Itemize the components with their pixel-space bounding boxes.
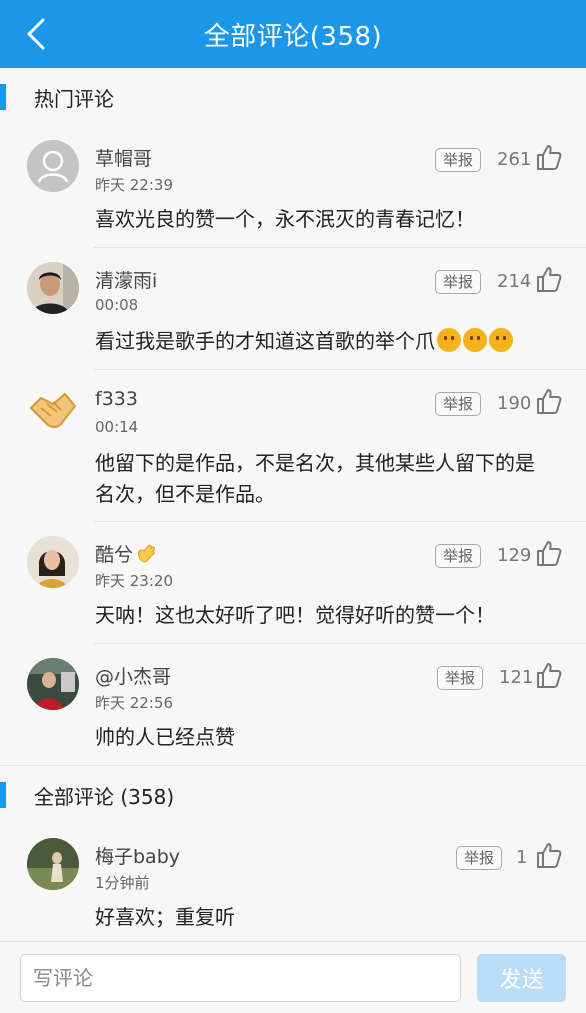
comment-item: 梅子baby 1分钟前 举报 1 好喜欢；重复听: [0, 824, 586, 941]
comment-text: 好喜欢；重复听: [95, 905, 235, 929]
comment-item: 酷兮 昨天 23:20 举报 129 天呐！这也太好听了吧！觉得好听的赞一个！: [0, 522, 586, 644]
section-accent-bar: [0, 84, 6, 110]
comment-time: 昨天 22:56: [95, 694, 173, 712]
thumbs-up-icon[interactable]: [536, 265, 562, 293]
user-photo-icon: [27, 658, 79, 710]
user-photo-icon: [27, 536, 79, 588]
section-title: 热门评论: [34, 86, 114, 111]
like-count: 121: [499, 667, 534, 688]
comment-time: 00:08: [95, 296, 139, 314]
report-button[interactable]: 举报: [435, 148, 482, 172]
comment-item: 草帽哥 昨天 22:39 举报 261 喜欢光良的赞一个，永不泯灭的青春记忆！: [0, 126, 586, 248]
username[interactable]: 梅子baby: [95, 842, 180, 869]
comment-item: @小杰哥 昨天 22:56 举报 121 帅的人已经点赞: [0, 644, 586, 766]
comment-text: 他留下的是作品，不是名次，其他某些人留下的是名次，但不是作品。: [95, 451, 535, 506]
user-photo-icon: [27, 262, 79, 314]
avatar[interactable]: [27, 658, 79, 710]
like-count: 261: [497, 149, 532, 170]
smile-emoji-icon: [463, 328, 487, 352]
comment-input[interactable]: [20, 954, 461, 1002]
report-button[interactable]: 举报: [435, 270, 482, 294]
comment-text-body: 看过我是歌手的才知道这首歌的举个爪: [95, 329, 435, 353]
send-button[interactable]: 发送: [477, 954, 566, 1002]
username-text: 酷兮: [95, 544, 134, 566]
username[interactable]: 清濛雨i: [95, 266, 157, 293]
like-count: 1: [516, 847, 528, 868]
username[interactable]: 酷兮: [95, 540, 157, 567]
comment-time: 昨天 23:20: [95, 572, 173, 590]
like-count: 129: [497, 545, 532, 566]
clapping-hands-icon: [138, 544, 156, 563]
all-comments-header: 全部评论 (358): [0, 766, 586, 824]
avatar[interactable]: [27, 536, 79, 588]
section-title: 全部评论 (358): [34, 784, 175, 809]
report-button[interactable]: 举报: [456, 846, 503, 870]
comment-composer: 发送: [0, 941, 586, 1013]
default-user-icon: [27, 140, 79, 192]
report-button[interactable]: 举报: [437, 666, 484, 690]
comment-text: 看过我是歌手的才知道这首歌的举个爪: [95, 326, 546, 357]
comment-item: f333 00:14 举报 190 他留下的是作品，不是名次，其他某些人留下的是…: [0, 370, 586, 522]
comment-text: 天呐！这也太好听了吧！觉得好听的赞一个！: [95, 603, 495, 627]
page-title: 全部评论(358): [203, 21, 383, 52]
comment-item: 清濛雨i 00:08 举报 214 看过我是歌手的才知道这首歌的举个爪: [0, 248, 586, 370]
comment-text: 喜欢光良的赞一个，永不泯灭的青春记忆！: [95, 207, 475, 231]
avatar[interactable]: [27, 262, 79, 314]
avatar[interactable]: [27, 384, 79, 436]
username[interactable]: f333: [95, 388, 138, 410]
thumbs-up-icon[interactable]: [536, 143, 562, 171]
user-photo-icon: [27, 838, 79, 890]
hot-comments-header: 热门评论: [0, 68, 586, 126]
avatar[interactable]: [27, 140, 79, 192]
comment-text: 帅的人已经点赞: [95, 725, 235, 749]
comments-list[interactable]: 热门评论 草帽哥 昨天 22:39 举报 261 喜欢光良的赞一个，永不泯灭的青…: [0, 68, 586, 941]
chevron-left-icon: [27, 18, 45, 50]
like-count: 190: [497, 393, 532, 414]
app-header: 全部评论(358): [0, 0, 586, 68]
avatar[interactable]: [27, 838, 79, 890]
smile-emoji-icon: [489, 328, 513, 352]
thumbs-up-icon[interactable]: [536, 387, 562, 415]
back-button[interactable]: [16, 14, 56, 54]
report-button[interactable]: 举报: [435, 392, 482, 416]
thumbs-up-icon[interactable]: [536, 539, 562, 567]
handshake-icon: [29, 392, 77, 428]
username[interactable]: @小杰哥: [95, 662, 171, 689]
comment-time: 00:14: [95, 418, 139, 436]
comment-time: 1分钟前: [95, 874, 150, 892]
section-accent-bar: [0, 782, 6, 808]
thumbs-up-icon[interactable]: [536, 841, 562, 869]
username[interactable]: 草帽哥: [95, 144, 152, 171]
thumbs-up-icon[interactable]: [536, 661, 562, 689]
report-button[interactable]: 举报: [435, 544, 482, 568]
like-count: 214: [497, 271, 532, 292]
smile-emoji-icon: [437, 328, 461, 352]
comment-time: 昨天 22:39: [95, 176, 173, 194]
